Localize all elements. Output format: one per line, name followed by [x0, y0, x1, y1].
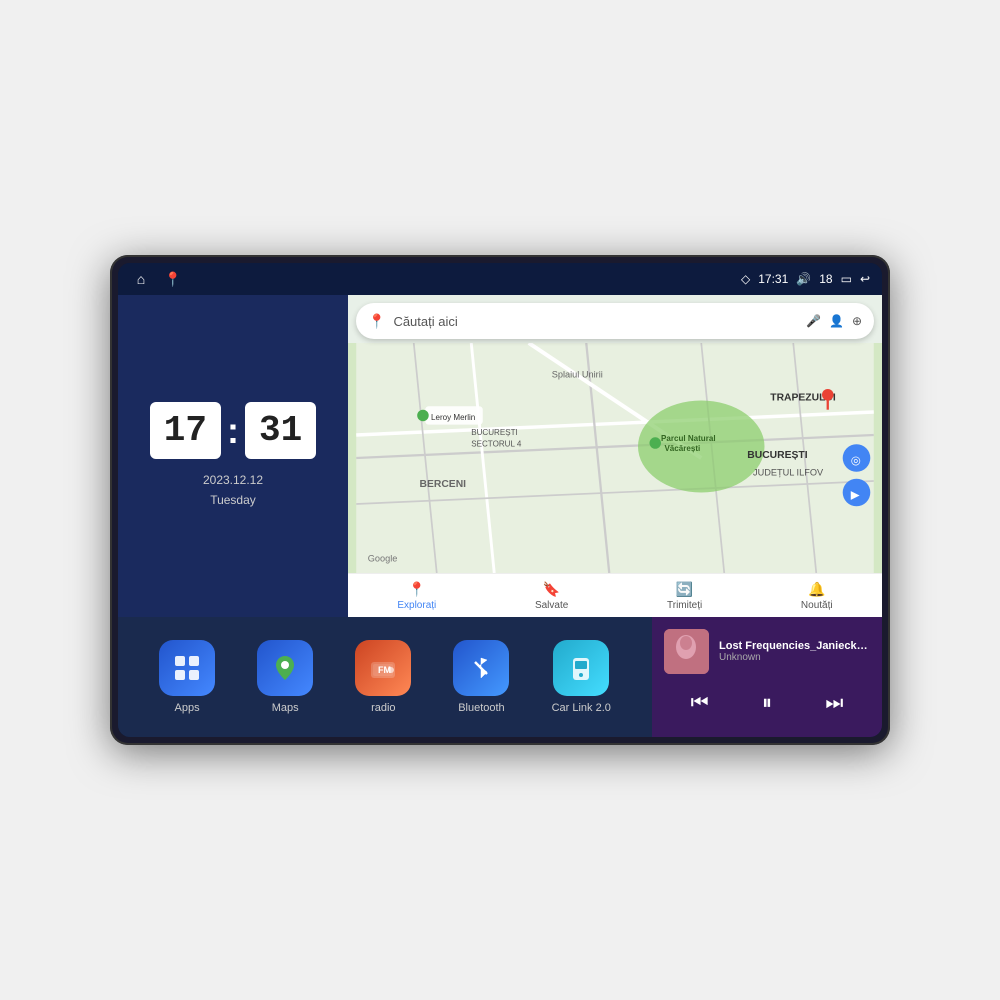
map-pin-icon: 📍 — [368, 313, 385, 330]
music-panel: Lost Frequencies_Janieck Devy-... Unknow… — [652, 617, 882, 737]
music-title: Lost Frequencies_Janieck Devy-... — [719, 640, 870, 652]
volume-icon: 🔊 — [796, 272, 811, 286]
apps-icon — [159, 640, 215, 696]
bluetooth-icon — [453, 640, 509, 696]
map-search-icons: 🎤 👤 ⊕ — [806, 314, 862, 328]
app-icon-apps[interactable]: Apps — [159, 640, 215, 714]
saved-icon: 🔖 — [543, 581, 560, 598]
send-label: Trimiteți — [667, 600, 702, 611]
maps-icon[interactable]: 📍 — [162, 268, 184, 290]
svg-text:BERCENI: BERCENI — [420, 479, 467, 490]
mic-icon[interactable]: 🎤 — [806, 314, 821, 328]
clock-panel: 17 : 31 2023.12.12 Tuesday — [118, 295, 348, 617]
map-bottom-bar: 📍 Explorați 🔖 Salvate 🔄 Trimiteți � — [348, 573, 882, 617]
maps-app-icon — [257, 640, 313, 696]
status-bar-right: ◇ 17:31 🔊 18 ▭ ↩ — [741, 272, 870, 286]
home-icon[interactable]: ⌂ — [130, 268, 152, 290]
clock-date: 2023.12.12 Tuesday — [203, 471, 263, 509]
bottom-row: Apps Maps — [118, 617, 882, 737]
time-display: 17:31 — [758, 272, 788, 286]
clock-display: 17 : 31 — [150, 402, 316, 459]
music-controls: ⏮ ⏸ ⏭ — [664, 682, 870, 725]
more-icon[interactable]: ⊕ — [852, 314, 862, 328]
top-row: 17 : 31 2023.12.12 Tuesday 📍 Căutați aic… — [118, 295, 882, 617]
app-icon-carlink[interactable]: Car Link 2.0 — [552, 640, 611, 714]
music-thumbnail — [664, 629, 709, 674]
prev-button[interactable]: ⏮ — [683, 688, 717, 719]
app-icons-panel: Apps Maps — [118, 617, 652, 737]
radio-icon: FM — [355, 640, 411, 696]
map-search-text: Căutați aici — [393, 314, 798, 329]
play-pause-button[interactable]: ⏸ — [754, 688, 780, 719]
svg-text:Google: Google — [368, 554, 398, 564]
device: ⌂ 📍 ◇ 17:31 🔊 18 ▭ ↩ 17 : 31 — [110, 255, 890, 745]
svg-text:Văcărești: Văcărești — [664, 444, 700, 453]
radio-label: radio — [371, 702, 395, 714]
maps-label: Maps — [272, 702, 299, 714]
map-panel[interactable]: 📍 Căutați aici 🎤 👤 ⊕ — [348, 295, 882, 617]
main-content: 17 : 31 2023.12.12 Tuesday 📍 Căutați aic… — [118, 295, 882, 737]
back-icon[interactable]: ↩ — [860, 272, 870, 286]
send-icon: 🔄 — [676, 581, 693, 598]
svg-text:Leroy Merlin: Leroy Merlin — [431, 413, 475, 422]
app-icon-radio[interactable]: FM radio — [355, 640, 411, 714]
svg-text:◎: ◎ — [851, 455, 861, 467]
map-nav-news[interactable]: 🔔 Noutăți — [801, 581, 833, 611]
music-info: Lost Frequencies_Janieck Devy-... Unknow… — [664, 629, 870, 674]
saved-label: Salvate — [535, 600, 568, 611]
svg-text:Splaiul Unirii: Splaiul Unirii — [552, 370, 603, 380]
carlink-label: Car Link 2.0 — [552, 702, 611, 714]
screen: ⌂ 📍 ◇ 17:31 🔊 18 ▭ ↩ 17 : 31 — [118, 263, 882, 737]
news-label: Noutăți — [801, 600, 833, 611]
clock-minutes: 31 — [245, 402, 316, 459]
news-icon: 🔔 — [808, 581, 825, 598]
map-nav-saved[interactable]: 🔖 Salvate — [535, 581, 568, 611]
svg-text:SECTORUL 4: SECTORUL 4 — [471, 440, 522, 449]
next-button[interactable]: ⏭ — [817, 688, 851, 719]
gps-icon: ◇ — [741, 272, 750, 286]
app-icon-bluetooth[interactable]: Bluetooth — [453, 640, 509, 714]
explore-label: Explorați — [397, 600, 436, 611]
bluetooth-label: Bluetooth — [458, 702, 504, 714]
clock-hours: 17 — [150, 402, 221, 459]
map-body: Parcul Natural Văcărești Leroy Merlin Sp… — [348, 343, 882, 573]
status-bar: ⌂ 📍 ◇ 17:31 🔊 18 ▭ ↩ — [118, 263, 882, 295]
avatar-icon[interactable]: 👤 — [829, 314, 844, 328]
map-nav-explore[interactable]: 📍 Explorați — [397, 581, 436, 611]
svg-text:▶: ▶ — [851, 489, 861, 501]
svg-text:BUCUREȘTI: BUCUREȘTI — [471, 428, 518, 437]
svg-text:Parcul Natural: Parcul Natural — [661, 434, 716, 443]
apps-label: Apps — [175, 702, 200, 714]
clock-colon: : — [227, 410, 239, 452]
app-icon-maps[interactable]: Maps — [257, 640, 313, 714]
battery-icon: ▭ — [841, 272, 852, 286]
svg-text:JUDEȚUL ILFOV: JUDEȚUL ILFOV — [753, 467, 824, 477]
music-text: Lost Frequencies_Janieck Devy-... Unknow… — [719, 640, 870, 663]
map-search-bar[interactable]: 📍 Căutați aici 🎤 👤 ⊕ — [356, 303, 874, 339]
explore-icon: 📍 — [408, 581, 425, 598]
svg-text:BUCUREȘTI: BUCUREȘTI — [747, 450, 807, 461]
music-artist: Unknown — [719, 652, 870, 663]
carlink-icon — [553, 640, 609, 696]
battery-level: 18 — [819, 272, 832, 286]
status-bar-left: ⌂ 📍 — [130, 268, 184, 290]
map-nav-send[interactable]: 🔄 Trimiteți — [667, 581, 702, 611]
